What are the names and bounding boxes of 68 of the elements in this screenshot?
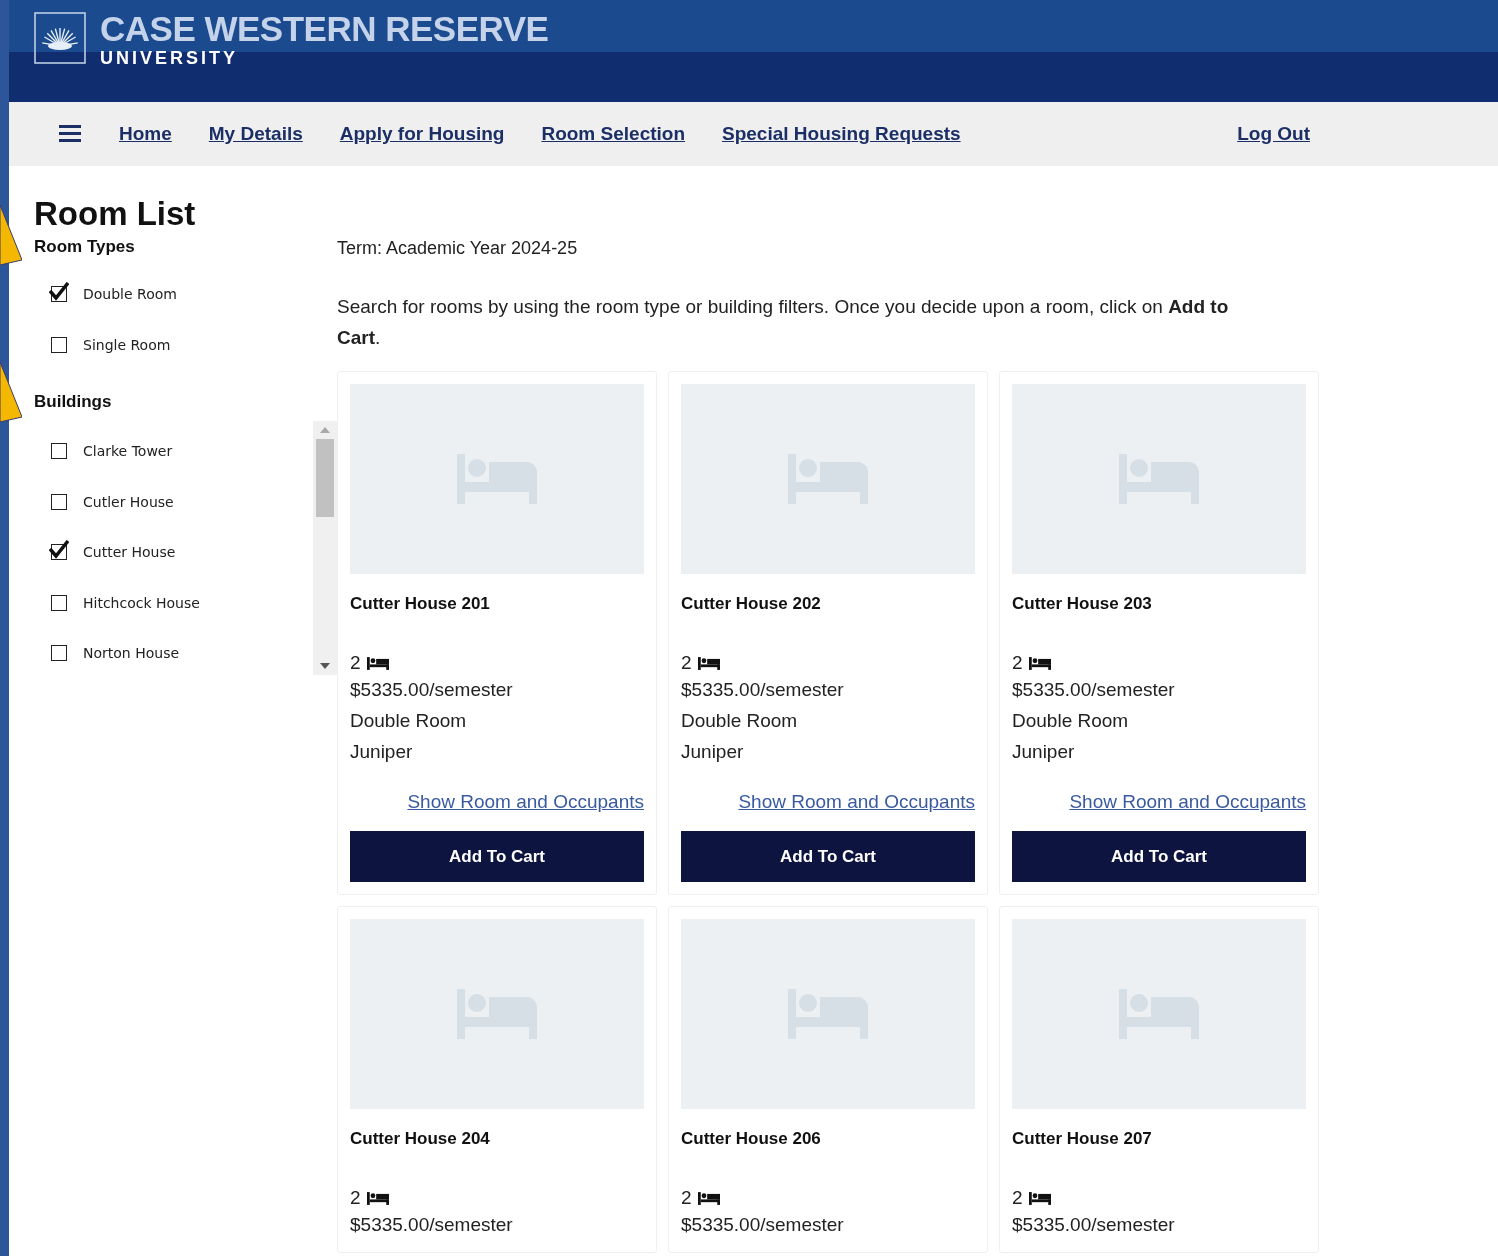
nav-link[interactable]: Special Housing Requests [722,123,961,145]
room-name: Cutter House 204 [350,1129,491,1149]
pointer-arrow [0,205,22,265]
term-text: Term: Academic Year 2024-25 [337,238,579,259]
scroll-down-icon[interactable] [320,663,330,669]
bed-count: 2 [1012,1187,1023,1209]
university-name: CASE WESTERN RESERVE [100,12,549,46]
scroll-thumb[interactable] [316,439,334,517]
room-building: Juniper [350,740,414,764]
room-name: Cutter House 202 [681,594,822,614]
room-price: $5335.00/semester [681,1213,845,1237]
show-room-link[interactable]: Show Room and Occupants [407,791,644,812]
checkbox[interactable] [51,645,67,662]
show-room-link[interactable]: Show Room and Occupants [738,791,975,812]
filter-heading: Buildings [34,391,113,413]
bed-count: 2 [350,652,361,674]
show-room-link[interactable]: Show Room and Occupants [1069,791,1306,812]
room-name: Cutter House 206 [681,1129,822,1149]
bed-icon [366,656,389,670]
filter-label: Hitchcock House [83,594,200,611]
room-price: $5335.00/semester [350,1213,514,1237]
nav-link[interactable]: Apply for Housing [339,123,505,145]
nav-link[interactable]: Room Selection [541,123,685,145]
sunburst-logo-icon [34,12,86,64]
room-building: Juniper [1012,740,1076,764]
bed-count: 2 [681,652,692,674]
bed-icon [366,1191,389,1205]
room-building: Juniper [681,740,745,764]
room-price: $5335.00/semester [350,678,514,702]
bed-icon [1028,656,1051,670]
room-name: Cutter House 207 [1012,1129,1153,1149]
instructions-text: Search for rooms by using the room type or building filters. Once you decide upon a room, click on Add to Cart. [337,295,1230,350]
page-title: Room List [34,194,197,234]
university-subtitle: UNIVERSITY [100,47,240,70]
room-type: Double Room [1012,709,1130,733]
add-to-cart-button[interactable]: Add To Cart [681,831,975,882]
room-price: $5335.00/semester [1012,678,1176,702]
filter-label: Double Room [83,286,177,303]
room-name: Cutter House 203 [1012,594,1153,614]
bed-count: 2 [681,1187,692,1209]
filter-heading: Room Types [34,236,136,258]
pointer-arrow [0,362,22,422]
checkbox[interactable] [51,594,67,611]
add-to-cart-button[interactable]: Add To Cart [1012,831,1306,882]
nav-link[interactable]: My Details [208,123,303,145]
bed-icon [1028,1191,1051,1205]
checkbox[interactable] [51,493,67,510]
logout-link[interactable]: Log Out [1237,123,1310,145]
bed-icon [697,656,720,670]
bed-count: 2 [1012,652,1023,674]
filter-label: Cutter House [83,544,176,561]
scrollbar[interactable] [313,421,337,675]
bed-count: 2 [350,1187,361,1209]
filter-label: Cutler House [83,493,174,510]
room-price: $5335.00/semester [681,678,845,702]
checkbox[interactable] [51,443,67,460]
bed-icon [697,1191,720,1205]
filter-label: Single Room [83,336,171,353]
room-name: Cutter House 201 [350,594,491,614]
nav-link[interactable]: Home [119,123,172,145]
filter-label: Norton House [83,645,180,662]
menu-icon[interactable] [59,125,81,143]
add-to-cart-button[interactable]: Add To Cart [350,831,644,882]
filter-label: Clarke Tower [83,443,173,460]
room-type: Double Room [350,709,468,733]
room-type: Double Room [681,709,799,733]
room-price: $5335.00/semester [1012,1213,1176,1237]
checkbox[interactable] [51,336,67,353]
